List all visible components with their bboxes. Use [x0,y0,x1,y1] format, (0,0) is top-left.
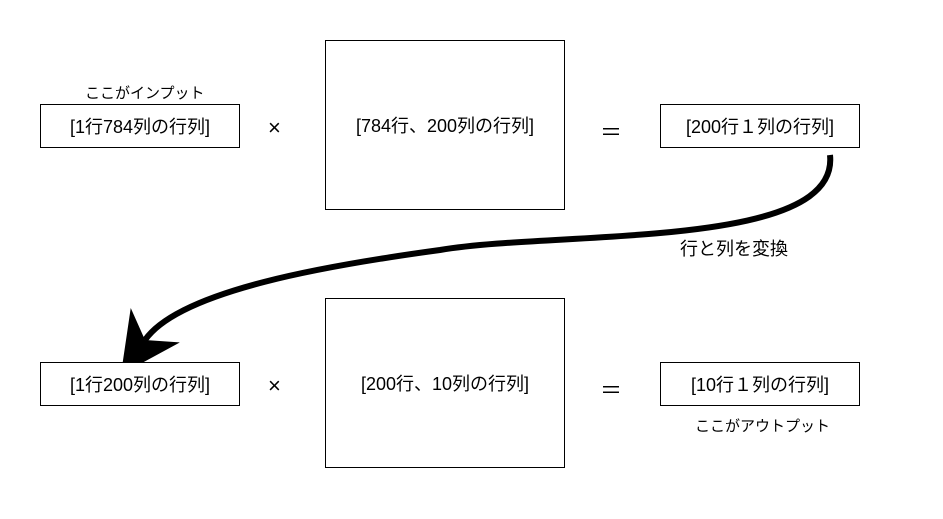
convert-annotation: 行と列を変換 [680,235,788,261]
matrix-box-weight2: [200行、10列の行列] [325,298,565,468]
times-operator-2: × [268,373,281,399]
matrix-text-6: [10行１列の行列] [691,371,829,397]
matrix-box-hidden-t: [1行200列の行列] [40,362,240,406]
equals-operator-2: ＝ [600,373,622,405]
matrix-text-5: [200行、10列の行列] [361,370,529,396]
matrix-box-output: [10行１列の行列] [660,362,860,406]
matrix-text-4: [1行200列の行列] [70,371,210,397]
output-annotation: ここがアウトプット [695,415,830,436]
